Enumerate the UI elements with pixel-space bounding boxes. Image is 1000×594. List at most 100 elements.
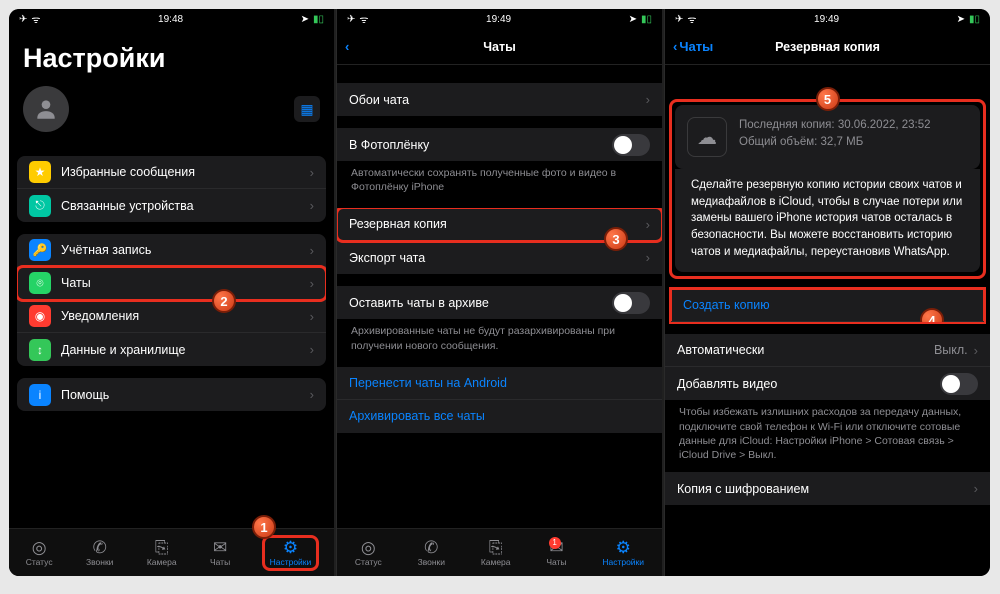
cloud-icon: ☁ xyxy=(687,117,727,157)
profile-row[interactable]: ▦ xyxy=(9,82,334,144)
row-cameraroll[interactable]: В Фотоплёнку xyxy=(337,128,662,161)
footnote-archive: Архивированные чаты не будут разархивиро… xyxy=(337,319,662,354)
chevron-left-icon: ‹ xyxy=(345,39,349,54)
settings-group-2: 🔑 Учётная запись › ⌾ Чаты › 2 ◉ Уведомле… xyxy=(17,234,326,366)
row-label: В Фотоплёнку xyxy=(349,138,612,152)
airplane-icon: ✈ xyxy=(19,14,27,25)
row-label: Связанные устройства xyxy=(61,199,310,213)
row-chats[interactable]: ⌾ Чаты › 2 xyxy=(17,267,326,300)
tab-camera[interactable]: ⎘Камера xyxy=(147,539,177,567)
row-label: Учётная запись xyxy=(61,243,310,257)
nav-title: Чаты xyxy=(483,40,516,54)
row-wallpaper[interactable]: Обои чата › xyxy=(337,83,662,116)
page-title: Настройки xyxy=(9,29,334,82)
size-value: 32,7 МБ xyxy=(821,136,864,148)
tab-status[interactable]: ◎Статус xyxy=(355,539,382,567)
row-archive[interactable]: Оставить чаты в архиве xyxy=(337,286,662,319)
airplane-icon: ✈ xyxy=(675,14,683,25)
row-auto[interactable]: Автоматически Выкл. › xyxy=(665,334,990,367)
loc-icon: ➤ xyxy=(629,14,637,25)
chat-icon: ✉ xyxy=(213,539,227,556)
tab-calls[interactable]: ✆Звонки xyxy=(86,539,113,567)
row-account[interactable]: 🔑 Учётная запись › xyxy=(17,234,326,267)
group-create-backup: Создать копию 4 xyxy=(671,289,984,322)
tab-chats[interactable]: ✉Чаты xyxy=(210,539,230,567)
chevron-right-icon: › xyxy=(310,165,314,180)
chevron-right-icon: › xyxy=(310,342,314,357)
settings-group-3: i Помощь › xyxy=(17,378,326,411)
loc-icon: ➤ xyxy=(957,14,965,25)
toggle-video[interactable] xyxy=(940,373,978,395)
row-help[interactable]: i Помощь › xyxy=(17,378,326,411)
row-label: Перенести чаты на Android xyxy=(349,376,650,390)
toggle-cameraroll[interactable] xyxy=(612,134,650,156)
back-button[interactable]: ‹Чаты xyxy=(673,39,713,54)
chevron-right-icon: › xyxy=(310,198,314,213)
tab-label: Настройки xyxy=(270,557,312,567)
camera-icon: ⎘ xyxy=(489,539,503,556)
chat-badge: 1 xyxy=(549,537,561,549)
battery-icon: ▮▯ xyxy=(313,14,324,25)
group-links: Перенести чаты на Android Архивировать в… xyxy=(337,367,662,433)
chevron-right-icon: › xyxy=(310,276,314,291)
row-encrypted[interactable]: Копия с шифрованием › xyxy=(665,472,990,505)
chevron-right-icon: › xyxy=(646,217,650,232)
toggle-archive[interactable] xyxy=(612,292,650,314)
tab-label: Камера xyxy=(147,557,177,567)
row-label: Помощь xyxy=(61,388,310,402)
row-export[interactable]: Экспорт чата › 3 xyxy=(337,241,662,274)
row-label: Автоматически xyxy=(677,343,934,357)
row-label: Копия с шифрованием xyxy=(677,482,974,496)
tab-label: Настройки xyxy=(602,557,644,567)
status-icon: ◎ xyxy=(32,539,47,556)
statusbar: ✈ᯤ 19:49 ➤▮▯ xyxy=(337,9,662,29)
qr-icon[interactable]: ▦ xyxy=(294,96,320,122)
row-label: Уведомления xyxy=(61,309,310,323)
tab-chats[interactable]: ✉1Чаты xyxy=(546,539,566,567)
panel-chats: ✈ᯤ 19:49 ➤▮▯ ‹ Чаты Обои чата › В Фотопл… xyxy=(336,9,662,576)
chevron-right-icon: › xyxy=(310,387,314,402)
row-storage[interactable]: ↕ Данные и хранилище › xyxy=(17,333,326,366)
battery-icon: ▮▯ xyxy=(969,14,980,25)
chevron-right-icon: › xyxy=(974,343,978,358)
tab-settings[interactable]: ⚙Настройки xyxy=(602,539,644,567)
phone-icon: ✆ xyxy=(424,539,438,556)
tab-status[interactable]: ◎Статус xyxy=(26,539,53,567)
tabbar: ◎Статус ✆Звонки ⎘Камера ✉Чаты ⚙Настройки… xyxy=(9,528,334,576)
tab-calls[interactable]: ✆Звонки xyxy=(418,539,445,567)
group-archive: Оставить чаты в архиве xyxy=(337,286,662,319)
backup-info-block: 5 ☁ Последняя копия: 30.06.2022, 23:52 О… xyxy=(671,101,984,277)
link-icon: ⎋ xyxy=(29,195,51,217)
tab-label: Статус xyxy=(26,557,53,567)
wifi-icon: ᯤ xyxy=(31,12,40,26)
group-auto-video: Автоматически Выкл. › Добавлять видео xyxy=(665,334,990,400)
row-archive-all[interactable]: Архивировать все чаты xyxy=(337,400,662,433)
settings-group-1: ★ Избранные сообщения › ⎋ Связанные устр… xyxy=(17,156,326,222)
back-button[interactable]: ‹ xyxy=(345,39,349,54)
whatsapp-icon: ⌾ xyxy=(29,272,51,294)
row-label: Резервная копия xyxy=(349,217,646,231)
row-label: Обои чата xyxy=(349,93,646,107)
bell-icon: ◉ xyxy=(29,305,51,327)
group-wallpaper: Обои чата › xyxy=(337,83,662,116)
key-icon: 🔑 xyxy=(29,239,51,261)
step-badge-5: 5 xyxy=(816,87,840,111)
tab-label: Чаты xyxy=(210,557,230,567)
nav-title: Резервная копия xyxy=(775,40,880,54)
step-badge-2: 2 xyxy=(212,289,236,313)
step-badge-3: 3 xyxy=(604,227,628,251)
size-label: Общий объём: xyxy=(739,136,817,148)
chevron-right-icon: › xyxy=(310,243,314,258)
tab-label: Звонки xyxy=(418,557,445,567)
tab-camera[interactable]: ⎘Камера xyxy=(481,539,511,567)
row-move-android[interactable]: Перенести чаты на Android xyxy=(337,367,662,400)
last-value: 30.06.2022, 23:52 xyxy=(838,119,931,131)
group-backup-export: Резервная копия › Экспорт чата › 3 xyxy=(337,208,662,274)
row-include-video[interactable]: Добавлять видео xyxy=(665,367,990,400)
tab-label: Статус xyxy=(355,557,382,567)
tab-label: Звонки xyxy=(86,557,113,567)
row-linked[interactable]: ⎋ Связанные устройства › xyxy=(17,189,326,222)
row-starred[interactable]: ★ Избранные сообщения › xyxy=(17,156,326,189)
row-notifications[interactable]: ◉ Уведомления › xyxy=(17,300,326,333)
tab-settings[interactable]: ⚙Настройки xyxy=(264,537,318,569)
